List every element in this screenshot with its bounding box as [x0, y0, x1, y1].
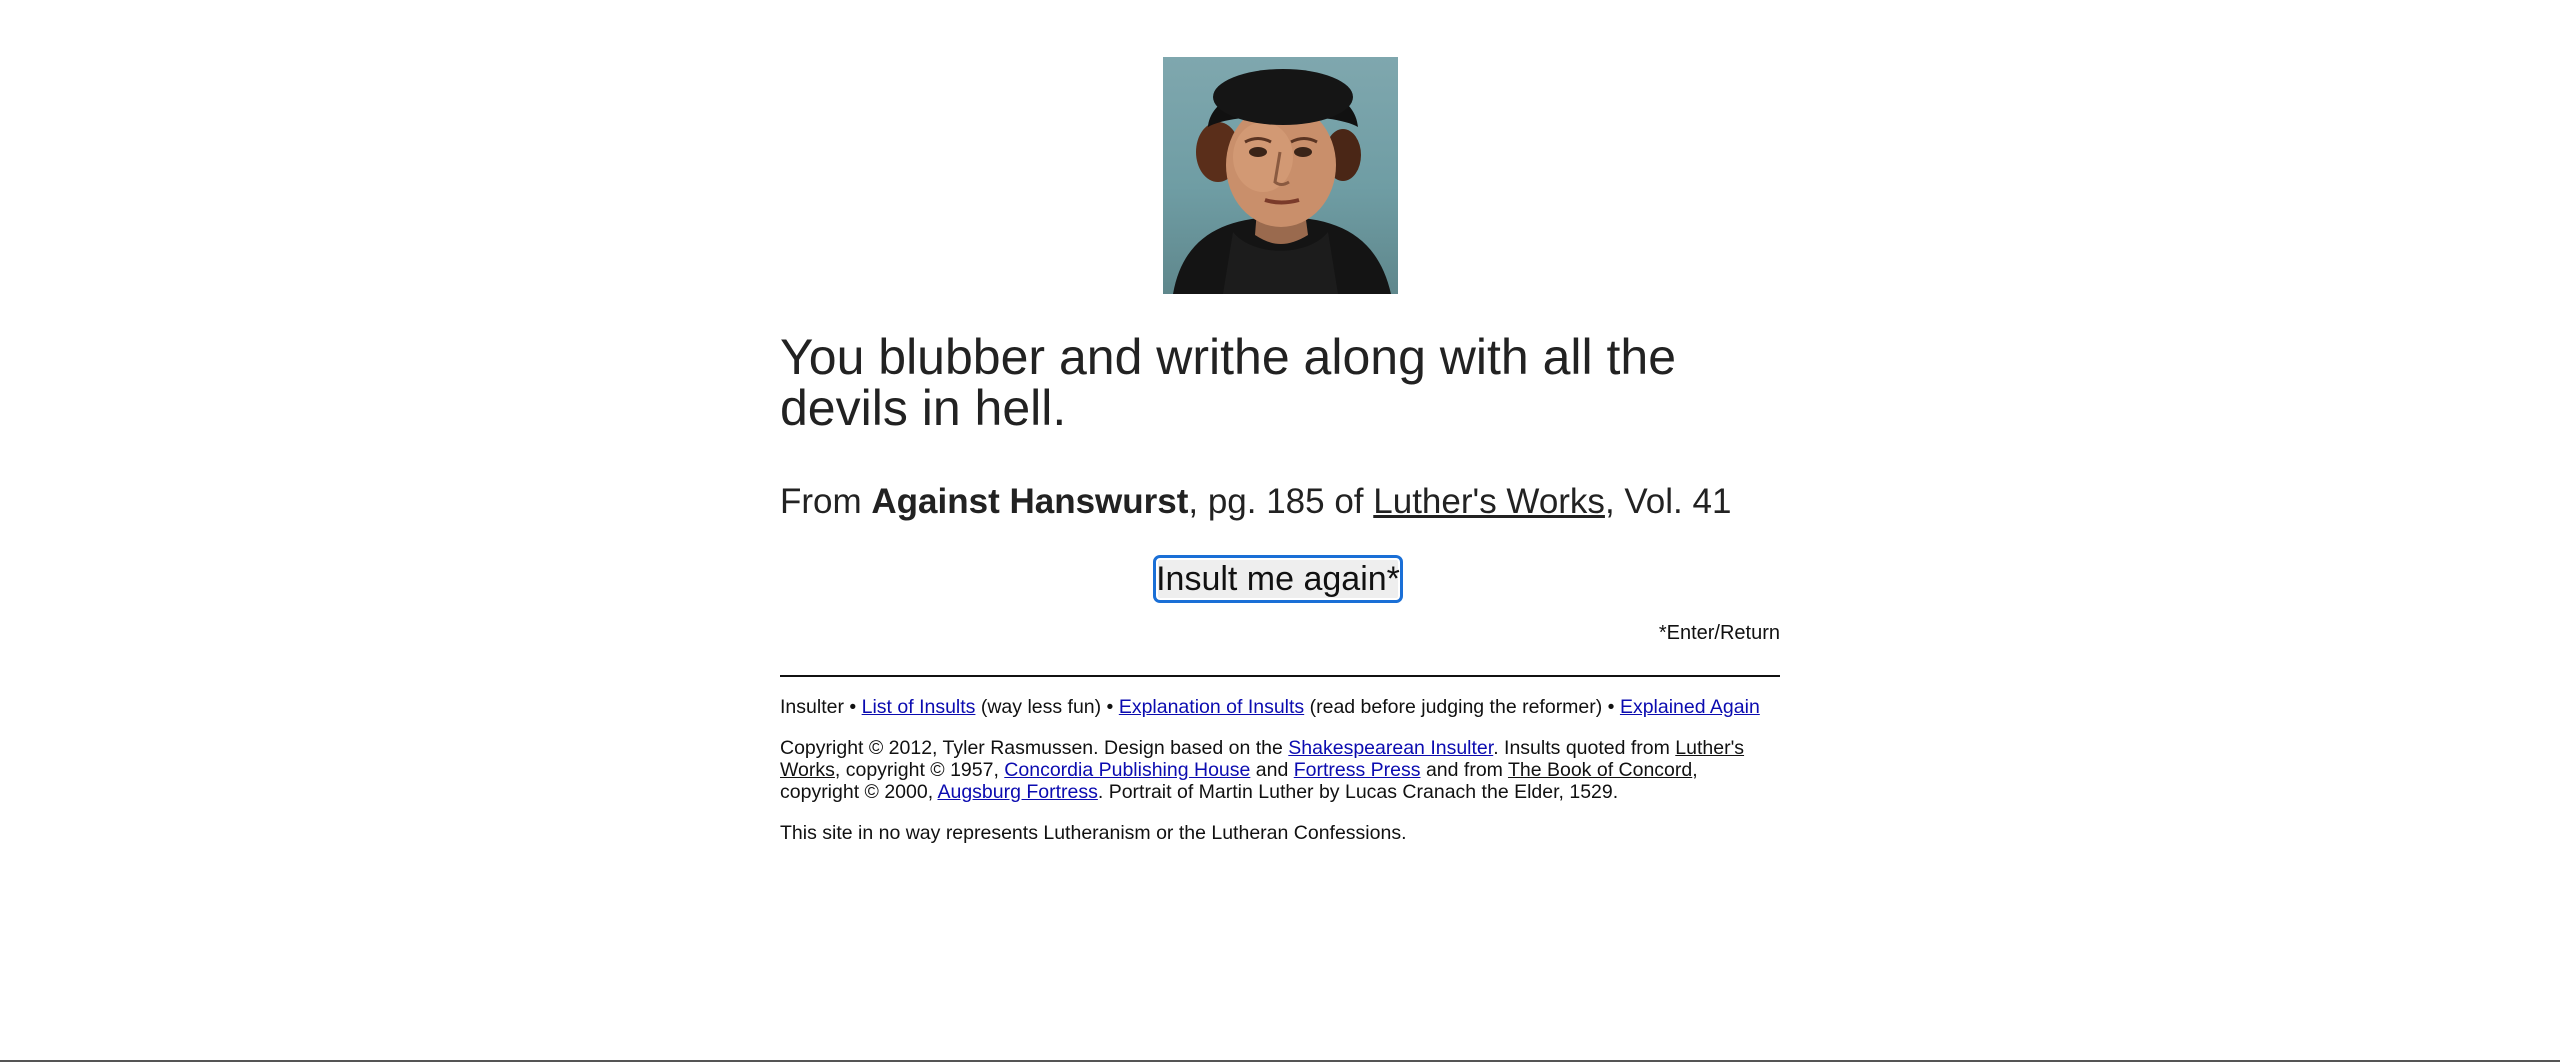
source-volume: , Vol. 41 [1604, 482, 1732, 521]
insult-text: You blubber and writhe along with all th… [780, 329, 1676, 436]
source-work-title: Against Hanswurst [871, 482, 1189, 521]
book-of-concord-link[interactable]: The Book of Concord [1508, 759, 1692, 781]
explanation-of-insults-link[interactable]: Explanation of Insults [1119, 696, 1304, 718]
source-page: , pg. 185 of [1188, 482, 1364, 521]
footer-divider [780, 675, 1780, 677]
footer-nav: Insulter • List of Insults (way less fun… [780, 696, 1780, 718]
copyright-text: . Insults quoted from [1493, 737, 1676, 759]
footer-copyright: Copyright © 2012, Tyler Rasmussen. Desig… [780, 737, 1780, 803]
footer-disclaimer: This site in no way represents Lutherani… [780, 822, 1407, 844]
footer-nav-home: Insulter [780, 696, 844, 718]
copyright-text: . Portrait of Martin Luther by Lucas Cra… [1097, 781, 1619, 803]
keyboard-hint: *Enter/Return [1658, 622, 1780, 644]
copyright-text: and from [1420, 759, 1508, 781]
insult-source: From Against Hanswurst, pg. 185 of Luthe… [780, 481, 1780, 523]
explained-again-link[interactable]: Explained Again [1620, 696, 1760, 718]
nav-separator: • [843, 696, 862, 718]
luther-portrait [1163, 57, 1398, 294]
insult-me-again-button[interactable]: Insult me again* [1153, 555, 1403, 603]
source-collection-link[interactable]: Luther's Works [1373, 482, 1605, 521]
nav-separator: • [1602, 696, 1620, 718]
nav-separator: • [1101, 696, 1119, 718]
list-of-insults-link[interactable]: List of Insults [862, 696, 976, 718]
copyright-text: Copyright © 2012, Tyler Rasmussen. Desig… [780, 737, 1289, 759]
concordia-publishing-link[interactable]: Concordia Publishing House [1004, 759, 1250, 781]
copyright-text: , copyright © 1957, [834, 759, 1005, 781]
shakespearean-insulter-link[interactable]: Shakespearean Insulter [1288, 737, 1493, 759]
list-note: (way less fun) [975, 696, 1102, 718]
explanation-note: (read before judging the reformer) [1304, 696, 1603, 718]
source-prefix: From [780, 482, 862, 521]
augsburg-fortress-link[interactable]: Augsburg Fortress [937, 781, 1097, 803]
copyright-text: and [1250, 759, 1294, 781]
fortress-press-link[interactable]: Fortress Press [1294, 759, 1421, 781]
